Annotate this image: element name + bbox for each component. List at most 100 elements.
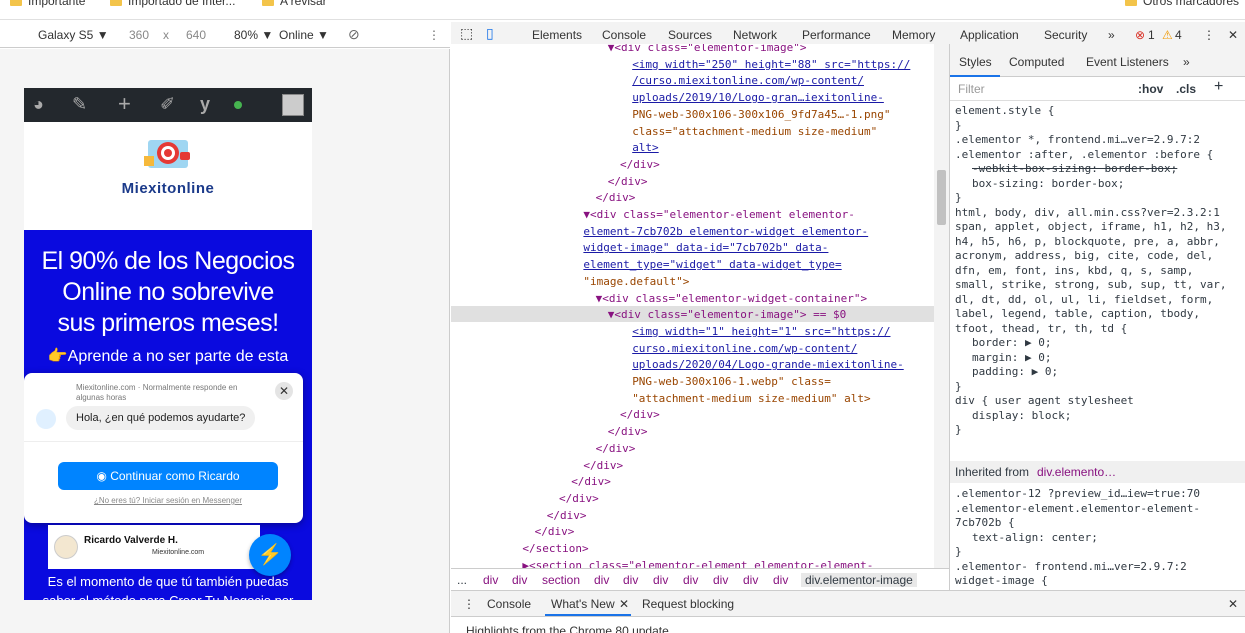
dom-node-line[interactable]: alt>: [632, 140, 659, 157]
style-rule-line[interactable]: }: [955, 191, 962, 206]
breadcrumb-item[interactable]: div: [623, 573, 638, 587]
zoom-select[interactable]: 80% ▼: [234, 28, 273, 42]
style-rule-line[interactable]: }: [955, 545, 962, 560]
style-rule-line[interactable]: label, legend, table, caption, tbody,: [955, 307, 1200, 322]
site-logo-text[interactable]: Miexitonline: [24, 180, 312, 197]
breadcrumb-item[interactable]: div: [512, 573, 527, 587]
dom-node-line[interactable]: /curso.miexitonline.com/wp-content/: [632, 73, 864, 90]
device-height[interactable]: 640: [186, 28, 206, 42]
style-rule-line[interactable]: .elementor-element.elementor-element-: [955, 502, 1200, 517]
plus-icon[interactable]: +: [118, 91, 131, 117]
more-tabs-icon[interactable]: »: [1108, 28, 1115, 42]
edit-icon[interactable]: ✐: [160, 94, 175, 115]
style-rule-line[interactable]: h4, h5, h6, p, blockquote, pre, a, abbr,: [955, 235, 1220, 250]
style-rule-line[interactable]: dfn, em, font, ins, kbd, q, s, samp,: [955, 264, 1193, 279]
breadcrumb-item[interactable]: section: [542, 573, 580, 587]
dom-node-line[interactable]: "image.default">: [583, 274, 689, 291]
dom-node-line[interactable]: </div>: [583, 458, 623, 475]
dom-node-line[interactable]: </div>: [571, 474, 611, 491]
hov-toggle[interactable]: :hov: [1138, 82, 1163, 96]
dom-node-line[interactable]: ▼<div class="elementor-image"> == $0: [608, 307, 846, 324]
tab-network[interactable]: Network: [733, 28, 777, 42]
dom-node-line[interactable]: class="attachment-medium size-medium": [632, 124, 877, 141]
style-rule-line[interactable]: .elementor *, frontend.mi…ver=2.9.7:2: [955, 133, 1200, 148]
device-width[interactable]: 360: [129, 28, 149, 42]
dom-node-line[interactable]: ▼<div class="elementor-image">: [608, 44, 807, 57]
bookmark-a-revisar[interactable]: A revisar: [262, 0, 327, 8]
dom-node-line[interactable]: <img width="1" height="1" src="https://: [632, 324, 890, 341]
dom-node-line[interactable]: curso.miexitonline.com/wp-content/: [632, 341, 857, 358]
style-rule-line[interactable]: small, strike, strong, sub, sup, tt, var…: [955, 278, 1227, 293]
more-options-icon[interactable]: ⋮: [428, 28, 440, 42]
dom-node-line[interactable]: </div>: [596, 190, 636, 207]
style-rule-line[interactable]: }: [955, 119, 962, 134]
style-rule-line[interactable]: }: [955, 380, 962, 395]
error-icon[interactable]: ⊗: [1135, 28, 1145, 42]
dom-node-line[interactable]: </section>: [522, 541, 588, 558]
style-rule-line[interactable]: html, body, div, all.min.css?ver=2.3.2:1: [955, 206, 1220, 221]
dom-node-line[interactable]: </div>: [535, 524, 575, 541]
dom-node-line[interactable]: "attachment-medium size-medium" alt>: [632, 391, 870, 408]
style-rule-line[interactable]: -webkit-box-sizing: border-box;: [972, 162, 1177, 177]
brush-icon[interactable]: ✎: [72, 94, 87, 115]
dom-node-line[interactable]: widget-image" data-id="7cb702b" data-: [583, 240, 828, 257]
drawer-tab-console[interactable]: Console: [487, 597, 531, 611]
breadcrumb-item[interactable]: div: [713, 573, 728, 587]
style-rule-line[interactable]: border: ▶ 0;: [972, 336, 1051, 351]
close-devtools-icon[interactable]: ✕: [1228, 28, 1238, 42]
cls-toggle[interactable]: .cls: [1176, 82, 1196, 96]
tab-console[interactable]: Console: [602, 28, 646, 42]
dom-node-line[interactable]: </div>: [620, 157, 660, 174]
dom-node-line[interactable]: element_type="widget" data-widget_type=: [583, 257, 841, 274]
style-rule-line[interactable]: margin: ▶ 0;: [972, 351, 1051, 366]
dom-node-line[interactable]: </div>: [547, 508, 587, 525]
continue-button[interactable]: ◉ Continuar como Ricardo: [58, 462, 278, 490]
style-rule-line[interactable]: 7cb702b {: [955, 516, 1015, 531]
style-rule-line[interactable]: padding: ▶ 0;: [972, 365, 1058, 380]
tab-sources[interactable]: Sources: [668, 28, 712, 42]
close-tab-icon[interactable]: ✕: [619, 597, 629, 611]
drawer-tab-request-blocking[interactable]: Request blocking: [642, 597, 734, 611]
inherited-target[interactable]: div.elemento…: [1037, 465, 1116, 479]
breadcrumb-item[interactable]: div: [483, 573, 498, 587]
dom-node-line[interactable]: </div>: [559, 491, 599, 508]
alt-login-link[interactable]: ¿No eres tú? Iniciar sesión en Messenger: [24, 496, 312, 505]
bookmark-importado[interactable]: Importado de Inter...: [110, 0, 235, 8]
device-select[interactable]: Galaxy S5 ▼: [38, 28, 109, 42]
style-rule-line[interactable]: element.style {: [955, 104, 1054, 119]
dom-node-line[interactable]: element-7cb702b elementor-widget element…: [583, 224, 868, 241]
settings-menu-icon[interactable]: ⋮: [1203, 28, 1215, 42]
style-rule-line[interactable]: widget-image {: [955, 574, 1048, 589]
network-select[interactable]: Online ▼: [279, 28, 329, 42]
style-rule-line[interactable]: span, applet, object, iframe, h1, h2, h3…: [955, 220, 1227, 235]
dom-node-line[interactable]: uploads/2019/10/Logo-gran…iexitonline-: [632, 90, 884, 107]
style-rule-line[interactable]: .elementor :after, .elementor :before {: [955, 148, 1213, 163]
more-panes-icon[interactable]: »: [1183, 55, 1190, 69]
tab-computed[interactable]: Computed: [1009, 55, 1064, 69]
rotate-icon[interactable]: ⊘: [348, 26, 360, 43]
drawer-tab-whats-new[interactable]: What's New: [551, 597, 615, 611]
style-rule-line[interactable]: display: block;: [972, 409, 1071, 424]
breadcrumb-item[interactable]: div: [773, 573, 788, 587]
avatar[interactable]: [282, 94, 304, 116]
dom-scroll-thumb[interactable]: [937, 170, 946, 225]
tab-event-listeners[interactable]: Event Listeners: [1086, 55, 1169, 69]
style-rule-line[interactable]: dl, dt, dd, ol, ul, li, fieldset, form,: [955, 293, 1213, 308]
drawer-menu-icon[interactable]: ⋮: [463, 597, 475, 611]
filter-input[interactable]: Filter: [958, 82, 985, 96]
style-rule-line[interactable]: .elementor- frontend.mi…ver=2.9.7:2: [955, 560, 1187, 575]
dom-node-line[interactable]: PNG-web-300x106-300x106_9fd7a45…-1.png": [632, 107, 890, 124]
yoast-icon[interactable]: y: [200, 94, 210, 115]
messenger-button[interactable]: ⚡: [249, 534, 291, 576]
style-rule-line[interactable]: acronym, address, big, cite, code, del,: [955, 249, 1213, 264]
breadcrumb-item[interactable]: div: [653, 573, 668, 587]
breadcrumb-item[interactable]: ...: [457, 573, 467, 587]
dom-node-line[interactable]: uploads/2020/04/Logo-grande-miexitonline…: [632, 357, 904, 374]
dom-node-line[interactable]: <img width="250" height="88" src="https:…: [632, 57, 910, 74]
dom-node-line[interactable]: PNG-web-300x106-1.webp" class=: [632, 374, 831, 391]
close-icon[interactable]: ✕: [275, 382, 293, 400]
tab-security[interactable]: Security: [1044, 28, 1087, 42]
dom-node-line[interactable]: </div>: [596, 441, 636, 458]
tab-memory[interactable]: Memory: [892, 28, 935, 42]
inspect-icon[interactable]: ⬚: [460, 25, 473, 42]
